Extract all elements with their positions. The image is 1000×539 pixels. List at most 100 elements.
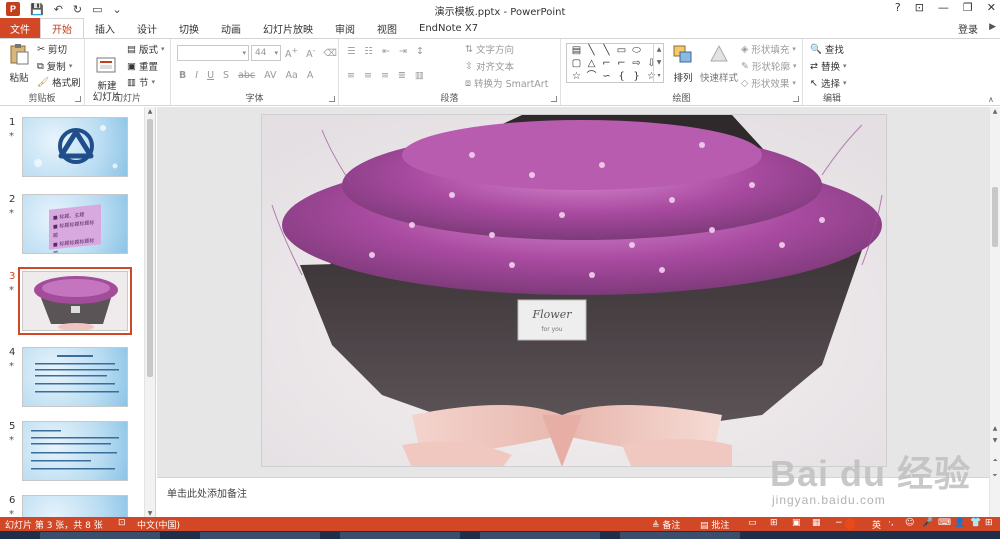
- clipboard-launcher-icon[interactable]: [75, 96, 81, 102]
- toolbox-icon[interactable]: ⊞: [985, 518, 993, 528]
- slide-sorter-icon[interactable]: ⊞: [770, 518, 778, 528]
- tabs-overflow-icon[interactable]: ▶: [989, 22, 996, 32]
- punctuation-icon[interactable]: ·,: [888, 518, 894, 528]
- cut-button[interactable]: ✂ 剪切: [37, 42, 67, 57]
- arrange-button[interactable]: 排列: [669, 43, 697, 84]
- shape-rounded-rect-icon[interactable]: ▢: [569, 57, 584, 70]
- zoom-out-icon[interactable]: −: [835, 518, 843, 528]
- next-slide-icon[interactable]: ⏷: [990, 472, 1000, 480]
- shape-triangle-icon[interactable]: △: [584, 57, 599, 70]
- quick-styles-button[interactable]: 快速样式: [700, 43, 738, 84]
- shape-brace-icon[interactable]: {: [614, 70, 629, 83]
- shape-outline-button[interactable]: ✎ 形状轮廓 ▾: [741, 59, 797, 74]
- taskbar-item[interactable]: [480, 532, 600, 539]
- tab-review[interactable]: 审阅: [324, 18, 366, 38]
- thumbnail-scrollbar[interactable]: ▲ ▼: [144, 107, 155, 518]
- shape-effects-button[interactable]: ◇ 形状效果 ▾: [741, 76, 796, 91]
- section-button[interactable]: ▥ 节 ▾: [127, 75, 155, 90]
- help-icon[interactable]: ?: [895, 1, 901, 14]
- numbering-icon[interactable]: ☷: [365, 46, 374, 57]
- minimize-button[interactable]: —: [938, 1, 949, 14]
- scroll-thumb[interactable]: [992, 187, 998, 247]
- align-center-icon[interactable]: ≡: [364, 70, 372, 81]
- normal-view-icon[interactable]: ▭: [748, 518, 757, 528]
- redo-icon[interactable]: ↻: [73, 3, 82, 16]
- slide-1-preview[interactable]: [22, 117, 128, 177]
- slide-6-preview[interactable]: [22, 495, 128, 518]
- find-button[interactable]: 🔍 查找: [810, 42, 844, 57]
- decrease-indent-icon[interactable]: ⇤: [382, 46, 390, 57]
- align-left-icon[interactable]: ≡: [347, 70, 355, 81]
- strikethrough-icon[interactable]: abc: [238, 70, 255, 81]
- flower-bouquet-image[interactable]: Flower for you: [262, 115, 887, 467]
- shape-brace-icon[interactable]: }: [629, 70, 644, 83]
- tab-file[interactable]: 文件: [0, 18, 40, 38]
- current-slide[interactable]: Flower for you: [261, 114, 887, 467]
- emoji-icon[interactable]: ☺: [905, 518, 914, 528]
- copy-dropdown-icon[interactable]: ▾: [69, 62, 73, 70]
- taskbar-item[interactable]: [620, 532, 740, 539]
- font-name-dropdown-icon[interactable]: ▾: [242, 49, 246, 57]
- save-icon[interactable]: 💾: [30, 3, 44, 16]
- shirt-icon[interactable]: 👕: [970, 518, 981, 528]
- font-name-combobox[interactable]: ▾: [177, 45, 249, 61]
- italic-icon[interactable]: I: [195, 70, 198, 81]
- previous-slide-icon[interactable]: ⏶: [990, 457, 1000, 465]
- align-text-button[interactable]: ⇳ 对齐文本: [465, 59, 514, 74]
- columns-icon[interactable]: ▥: [415, 70, 424, 81]
- decrease-font-icon[interactable]: A-: [306, 46, 315, 60]
- layout-button[interactable]: ▤ 版式 ▾: [127, 42, 165, 57]
- paragraph-launcher-icon[interactable]: [551, 96, 557, 102]
- start-slideshow-icon[interactable]: ▭: [92, 3, 102, 16]
- format-painter-button[interactable]: 🖌 格式刷: [37, 75, 81, 90]
- slide-scrollbar[interactable]: ▲ ▲ ▼ ⏶ ⏷: [989, 107, 1000, 517]
- language-indicator[interactable]: 中文(中国): [137, 518, 180, 531]
- font-size-dropdown-icon[interactable]: ▾: [274, 49, 278, 57]
- shape-textbox-icon[interactable]: ▤: [569, 44, 584, 57]
- clear-format-icon[interactable]: ⌫: [323, 48, 336, 59]
- login-link[interactable]: 登录: [958, 21, 978, 36]
- shape-connector-icon[interactable]: ⌐: [599, 57, 614, 70]
- font-size-combobox[interactable]: 44 ▾: [251, 45, 281, 61]
- microphone-icon[interactable]: 🎤: [922, 518, 933, 528]
- char-spacing-icon[interactable]: AV: [264, 70, 276, 81]
- tab-slideshow[interactable]: 幻灯片放映: [252, 18, 324, 38]
- user-icon[interactable]: 👤: [954, 518, 965, 528]
- increase-indent-icon[interactable]: ⇥: [399, 46, 407, 57]
- ime-mode[interactable]: 英: [872, 518, 881, 531]
- taskbar-item[interactable]: [200, 532, 320, 539]
- font-color-icon[interactable]: A: [307, 70, 314, 81]
- shape-star-icon[interactable]: ☆: [569, 70, 584, 83]
- convert-smartart-button[interactable]: ⧈ 转换为 SmartArt: [465, 76, 548, 91]
- slide-4-preview[interactable]: [22, 347, 128, 407]
- copy-button[interactable]: ⧉ 复制 ▾: [37, 59, 73, 74]
- align-right-icon[interactable]: ≡: [381, 70, 389, 81]
- ribbon-display-icon[interactable]: ⊡: [915, 1, 924, 14]
- taskbar-item[interactable]: [40, 532, 160, 539]
- bullets-icon[interactable]: ☰: [347, 46, 356, 57]
- increase-font-icon[interactable]: A+: [285, 46, 298, 60]
- shape-line-icon[interactable]: ╲: [599, 44, 614, 57]
- change-case-icon[interactable]: Aa: [286, 70, 298, 81]
- shape-line-icon[interactable]: ╲: [584, 44, 599, 57]
- tab-endnote[interactable]: EndNote X7: [408, 18, 489, 38]
- notes-placeholder[interactable]: 单击此处添加备注: [167, 485, 247, 500]
- tab-view[interactable]: 视图: [366, 18, 408, 38]
- reset-button[interactable]: ▣ 重置: [127, 59, 158, 74]
- shape-rectangle-icon[interactable]: ▭: [614, 44, 629, 57]
- undo-icon[interactable]: ↶: [54, 3, 63, 16]
- font-launcher-icon[interactable]: [329, 96, 335, 102]
- text-direction-button[interactable]: ⇅ 文字方向: [465, 42, 514, 57]
- shape-curve-icon[interactable]: ⌒: [584, 70, 599, 83]
- shape-curve-icon[interactable]: ∽: [599, 70, 614, 83]
- underline-icon[interactable]: U: [207, 70, 214, 81]
- notes-toggle[interactable]: ≜ 备注: [652, 518, 680, 531]
- comments-toggle[interactable]: ▤ 批注: [700, 518, 729, 531]
- shape-arrow-icon[interactable]: ⇨: [629, 57, 644, 70]
- close-button[interactable]: ✕: [987, 1, 996, 14]
- spellcheck-icon[interactable]: ⊡: [118, 518, 126, 528]
- slideshow-view-icon[interactable]: ▦: [812, 518, 821, 528]
- paste-button[interactable]: 粘贴: [6, 43, 32, 84]
- tab-animations[interactable]: 动画: [210, 18, 252, 38]
- select-button[interactable]: ↖ 选择 ▾: [810, 76, 847, 91]
